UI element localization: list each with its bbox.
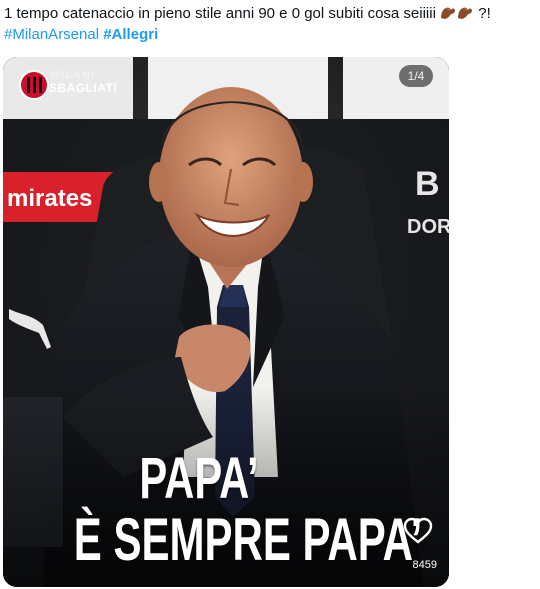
sponsor-text-b: B [415, 165, 440, 203]
sponsor-text-dor: DOR [407, 216, 449, 238]
tweet: 1 tempo catenaccio in pieno stile anni 9… [0, 0, 540, 589]
media-counter-badge: 1/4 [399, 65, 433, 87]
milani-sbagliati-logo: MILANI SBAGLIATI [19, 65, 139, 105]
tweet-text-line-1: 1 tempo catenaccio in pieno stile anni 9… [4, 3, 536, 24]
sponsor-text-emirates: mirates [7, 185, 92, 212]
brand-text-top: MILANI [51, 69, 95, 81]
muscle-emoji-icon [458, 7, 473, 20]
media-image[interactable]: mirates B DOR MILANI SBAGLIATI 1/4 PAPA’… [3, 57, 449, 587]
hashtag-milanarsenal[interactable]: #MilanArsenal [4, 26, 99, 43]
heart-icon[interactable] [403, 517, 433, 545]
club-crest-icon [19, 70, 49, 100]
brand-text-bottom: SBAGLIATI [49, 81, 118, 95]
headline-line-1: PAPA’ [139, 446, 259, 511]
muscle-emoji-icon [441, 7, 456, 20]
tweet-text-suffix: ?! [478, 5, 491, 22]
ear-left [149, 162, 169, 202]
like-count: 8459 [412, 559, 437, 571]
headline-line-2: È SEMPRE PAPA’ [73, 506, 423, 573]
ear-right [293, 162, 313, 202]
tweet-text-line-2: #MilanArsenal #Allegri [4, 24, 536, 45]
hashtag-allegri[interactable]: #Allegri [103, 26, 158, 43]
tweet-text: 1 tempo catenaccio in pieno stile anni 9… [4, 3, 536, 45]
tweet-body-text: 1 tempo catenaccio in pieno stile anni 9… [4, 5, 436, 22]
sponsor-board [343, 57, 449, 119]
